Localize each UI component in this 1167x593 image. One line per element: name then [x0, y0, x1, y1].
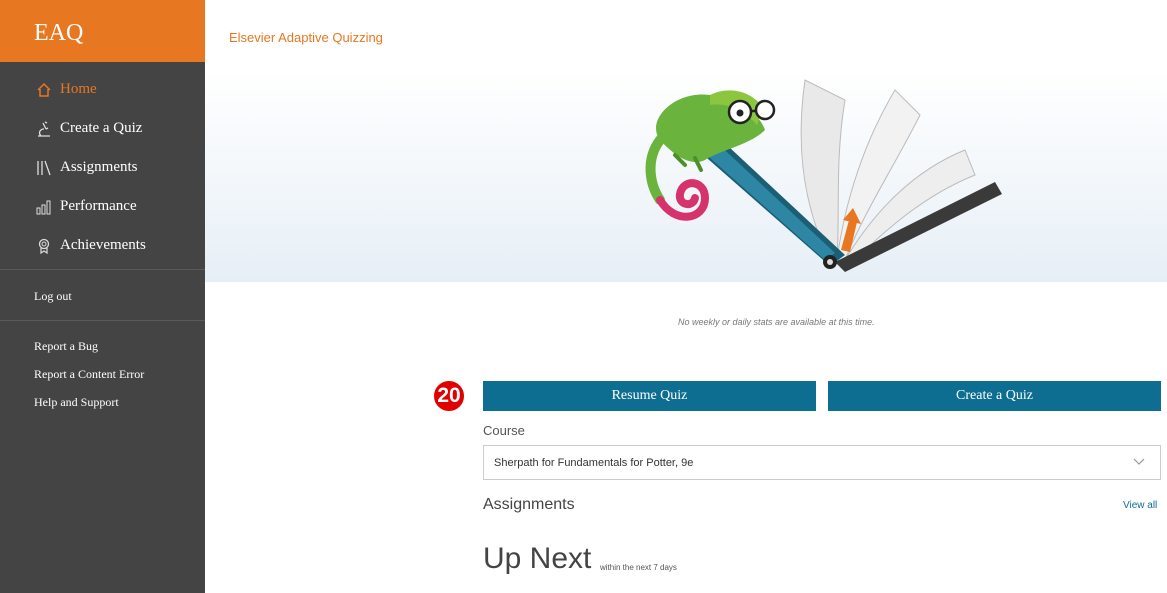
main-content: Elsevier Adaptive Quizzing No weekly or … [205, 0, 1167, 593]
create-quiz-button[interactable]: Create a Quiz [828, 381, 1161, 411]
sidebar-item-create-quiz[interactable]: Create a Quiz [0, 109, 205, 148]
up-next-heading: Up Next [483, 542, 592, 575]
step-badge: 20 [432, 379, 466, 413]
chevron-down-icon [1132, 454, 1146, 471]
report-content-error-link[interactable]: Report a Content Error [34, 367, 144, 382]
chameleon-book-illustration [645, 79, 1002, 272]
stats-message: No weekly or daily stats are available a… [678, 317, 875, 327]
divider [0, 269, 205, 270]
sidebar-item-achievements[interactable]: Achievements [0, 226, 205, 265]
course-label: Course [483, 423, 525, 438]
help-support-link[interactable]: Help and Support [34, 395, 119, 410]
resume-quiz-button[interactable]: Resume Quiz [483, 381, 816, 411]
logout-link[interactable]: Log out [34, 289, 72, 304]
up-next-subtitle: within the next 7 days [600, 563, 677, 572]
sidebar-nav: Home Create a Quiz Assignments Performan… [0, 70, 205, 265]
books-icon [34, 158, 54, 178]
brand-title: Elsevier Adaptive Quizzing [229, 30, 383, 45]
sidebar-item-performance[interactable]: Performance [0, 187, 205, 226]
bar-chart-icon [34, 197, 54, 217]
sidebar-item-label: Assignments [60, 159, 138, 175]
microscope-icon [34, 119, 54, 139]
sidebar-item-label: Home [60, 81, 97, 97]
sidebar-item-label: Achievements [60, 237, 146, 253]
course-select-value: Sherpath for Fundamentals for Potter, 9e [494, 456, 694, 469]
report-bug-link[interactable]: Report a Bug [34, 339, 98, 354]
divider [0, 320, 205, 321]
sidebar-item-home[interactable]: Home [0, 70, 205, 109]
sidebar-item-label: Performance [60, 198, 137, 214]
view-all-link[interactable]: View all [1123, 500, 1157, 511]
assignments-title: Assignments [483, 496, 575, 513]
hero-banner [205, 70, 1167, 282]
sidebar-item-label: Create a Quiz [60, 120, 143, 136]
sidebar-item-assignments[interactable]: Assignments [0, 148, 205, 187]
home-icon [34, 80, 54, 100]
ribbon-icon [34, 236, 54, 256]
course-select[interactable]: Sherpath for Fundamentals for Potter, 9e [483, 445, 1161, 480]
app-logo[interactable]: EAQ [0, 0, 205, 62]
sidebar: EAQ Home Create a Quiz Assignments Perfo… [0, 0, 205, 593]
